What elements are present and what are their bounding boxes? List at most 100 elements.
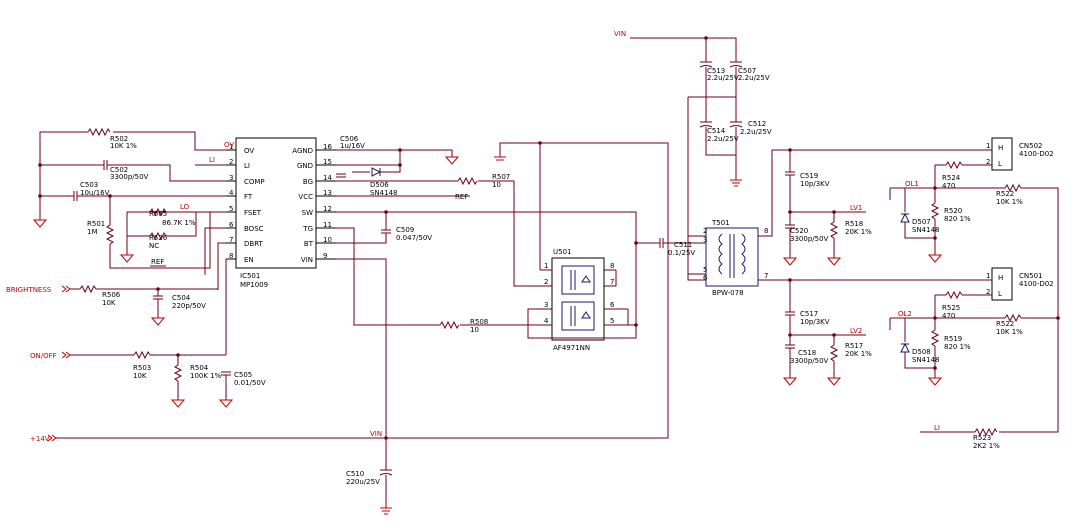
ic-pin1-name: OV [244,147,254,155]
c511-val: 0.1/25V [668,249,695,257]
c502-val: 3300p/50V [110,173,149,181]
c507-val: 2.2u/25V [738,74,770,82]
c517-ref: C517 [800,310,818,318]
c518-ref: C518 [798,349,816,357]
u501-pin5: 5 [610,317,614,325]
r522a-val: 10K 1% [996,198,1023,206]
r523-ref: R523 [973,434,991,442]
ground-icon [218,399,234,408]
ground-icon [444,156,460,165]
ic-pin11-num: 11 [323,221,332,229]
ic-pin2-name: LI [244,162,250,170]
r507-ref: R507 [492,173,510,181]
ic-pin13-name: VCC [298,193,313,201]
ic-pin3-num: 3 [229,174,233,182]
c510-val: 220u/25V [346,478,380,486]
net-li-ic: LI [209,156,215,164]
c520-ref: C520 [790,227,808,235]
ic-pin7-num: 7 [229,236,233,244]
net-ol2: OL2 [898,310,912,318]
ic-pin12-name: SW [302,209,313,217]
net-li-bottom: LI [934,424,940,432]
c512-val: 2.2u/25V [740,128,772,136]
r507-val: 10 [492,181,501,189]
c506-val: 1u/16V [340,142,365,150]
cn501-section: H L 1 2 CN501 4100-D02 R525 470 OL2 R522… [889,267,1060,386]
r520-val: 820 1% [944,215,971,223]
ground-icon [730,179,742,187]
u501-part: AF4971NN [553,344,590,352]
u501-pin6: 6 [610,301,615,309]
net-14v: +14V [30,435,50,443]
c510-ref: C510 [346,470,364,478]
net-lv1: LV1 [850,204,862,212]
r520-ref: R520 [944,207,962,215]
t501-pin3: 3 [703,236,707,244]
cn502-h: H [998,144,1003,152]
net-ol1: OL1 [905,180,919,188]
ic-pin9-num: 9 [323,252,327,260]
c517-val: 10p/3KV [800,318,830,326]
u501-pin2: 2 [544,278,548,286]
c514-val: 2.2u/25V [707,135,739,143]
ground-icon [494,156,506,161]
ground-icon [119,254,135,263]
c512-ref: C512 [748,120,766,128]
t501-pin5: 5 [703,266,707,274]
r518-val: 20K 1% [845,228,872,236]
ic-pin4-name: FT [244,193,253,201]
schematic-canvas: 1 2 3 4 5 6 7 8 OV LI COMP FT FSET BOSC … [6,30,1060,515]
u501-pin1: 1 [544,262,548,270]
d508-ref: D508 [912,348,931,356]
c514-ref: C514 [707,127,726,135]
ic-part: MP1009 [240,281,268,289]
u501-pin3: 3 [544,301,548,309]
r517-ref: R517 [845,342,863,350]
cn502-val: 4100-D02 [1019,150,1054,158]
c509-ref: C509 [396,226,414,234]
ic-pin10-num: 10 [323,236,332,244]
t501-pin6: 6 [703,274,708,282]
vin-bus: +14V VIN C510 220u/25V [30,142,669,515]
d507-ref: D507 [912,218,931,226]
c518-val: 3300p/50V [790,357,829,365]
net-lo: LO [180,203,190,211]
r503-val: 10K [133,372,147,380]
ic-pin5-name: FSET [244,209,262,217]
r517-val: 20K 1% [845,350,872,358]
ic-pin8-num: 8 [229,252,233,260]
r526-val: NC [149,242,159,250]
cn501-val: 4100-D02 [1019,280,1054,288]
u501-mosfet: 1 2 3 4 8 7 6 5 U501 AF4971NN [527,141,638,352]
r522a-ref: R522 [996,190,1014,198]
r508-ref: R508 [470,318,488,326]
c505-val: 0.01/50V [234,379,266,387]
vin-cap-bank: VIN C513 2.2u/25V C507 2.2u/25V C514 2.2… [614,30,772,187]
r502-val: 10K 1% [110,142,137,150]
r501-ref: R501 [87,220,105,228]
ic-pin15-name: GND [297,162,313,170]
ic-pin8-name: EN [244,256,254,264]
ic-ref: IC501 [240,272,260,280]
ground-icon [32,219,48,228]
net-lv2: LV2 [850,327,862,335]
r505-ref: R505 [149,210,167,218]
c519-val: 10p/3KV [800,180,830,188]
ic-pin5-num: 5 [229,205,233,213]
t501-pin7: 7 [764,272,768,280]
secondary-lower: C517 10p/3KV LV2 C518 3300p/50V R517 20K… [782,278,872,386]
r526-ref: R526 [149,234,168,242]
ground-icon [782,377,798,386]
c505-ref: C505 [234,371,252,379]
left-wiring: R502 10K 1% C502 3300p/50V C503 10u/16V … [6,127,266,408]
c509-val: 0.047/50V [396,234,432,242]
ic-pin4-num: 4 [229,189,234,197]
ic-pin10-name: BT [304,240,314,248]
t501-part: BPW-078 [712,289,744,297]
u501-ref: U501 [553,248,571,256]
c519-ref: C519 [800,172,818,180]
net-vin-top: VIN [614,30,626,38]
r505-val: 86.7K 1% [162,219,196,227]
r508-val: 10 [470,326,479,334]
d507-val: SN4148 [912,226,940,234]
